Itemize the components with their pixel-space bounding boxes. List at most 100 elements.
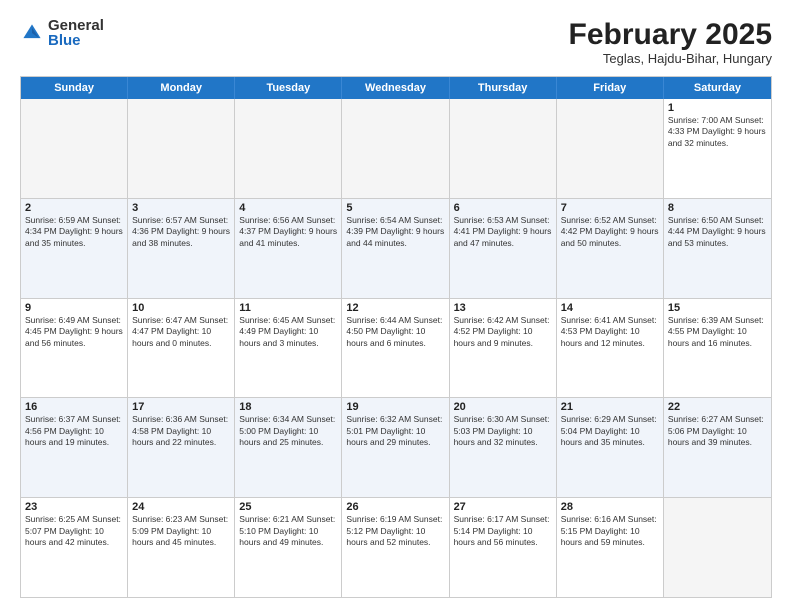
day-number: 24 (132, 501, 230, 513)
calendar-cell: 19Sunrise: 6:32 AM Sunset: 5:01 PM Dayli… (342, 398, 449, 497)
day-number: 22 (668, 401, 767, 413)
day-info: Sunrise: 6:25 AM Sunset: 5:07 PM Dayligh… (25, 514, 123, 548)
calendar-row: 16Sunrise: 6:37 AM Sunset: 4:56 PM Dayli… (21, 397, 771, 497)
day-info: Sunrise: 6:47 AM Sunset: 4:47 PM Dayligh… (132, 315, 230, 349)
header-day: Thursday (450, 77, 557, 99)
day-number: 2 (25, 202, 123, 214)
calendar-cell: 17Sunrise: 6:36 AM Sunset: 4:58 PM Dayli… (128, 398, 235, 497)
calendar-cell (450, 99, 557, 198)
calendar-body: 1Sunrise: 7:00 AM Sunset: 4:33 PM Daylig… (21, 99, 771, 597)
calendar-cell: 22Sunrise: 6:27 AM Sunset: 5:06 PM Dayli… (664, 398, 771, 497)
calendar-cell: 20Sunrise: 6:30 AM Sunset: 5:03 PM Dayli… (450, 398, 557, 497)
day-info: Sunrise: 6:37 AM Sunset: 4:56 PM Dayligh… (25, 414, 123, 448)
logo-general: General (48, 18, 104, 33)
logo: General Blue (20, 18, 104, 48)
day-info: Sunrise: 6:34 AM Sunset: 5:00 PM Dayligh… (239, 414, 337, 448)
day-number: 20 (454, 401, 552, 413)
calendar-header: SundayMondayTuesdayWednesdayThursdayFrid… (21, 77, 771, 99)
day-number: 27 (454, 501, 552, 513)
calendar-cell: 11Sunrise: 6:45 AM Sunset: 4:49 PM Dayli… (235, 299, 342, 398)
day-number: 13 (454, 302, 552, 314)
day-info: Sunrise: 6:44 AM Sunset: 4:50 PM Dayligh… (346, 315, 444, 349)
day-info: Sunrise: 6:59 AM Sunset: 4:34 PM Dayligh… (25, 215, 123, 249)
calendar-cell: 26Sunrise: 6:19 AM Sunset: 5:12 PM Dayli… (342, 498, 449, 597)
location: Teglas, Hajdu-Bihar, Hungary (569, 51, 772, 66)
day-number: 28 (561, 501, 659, 513)
calendar-cell (235, 99, 342, 198)
header-day: Wednesday (342, 77, 449, 99)
calendar-row: 2Sunrise: 6:59 AM Sunset: 4:34 PM Daylig… (21, 198, 771, 298)
day-number: 1 (668, 102, 767, 114)
header: General Blue February 2025 Teglas, Hajdu… (20, 18, 772, 66)
calendar-cell: 16Sunrise: 6:37 AM Sunset: 4:56 PM Dayli… (21, 398, 128, 497)
day-info: Sunrise: 6:53 AM Sunset: 4:41 PM Dayligh… (454, 215, 552, 249)
day-info: Sunrise: 6:27 AM Sunset: 5:06 PM Dayligh… (668, 414, 767, 448)
header-day: Saturday (664, 77, 771, 99)
calendar-cell: 14Sunrise: 6:41 AM Sunset: 4:53 PM Dayli… (557, 299, 664, 398)
day-info: Sunrise: 6:32 AM Sunset: 5:01 PM Dayligh… (346, 414, 444, 448)
calendar: SundayMondayTuesdayWednesdayThursdayFrid… (20, 76, 772, 598)
day-number: 10 (132, 302, 230, 314)
logo-blue: Blue (48, 33, 104, 48)
calendar-cell: 6Sunrise: 6:53 AM Sunset: 4:41 PM Daylig… (450, 199, 557, 298)
day-number: 7 (561, 202, 659, 214)
day-info: Sunrise: 6:41 AM Sunset: 4:53 PM Dayligh… (561, 315, 659, 349)
month-title: February 2025 (569, 18, 772, 51)
calendar-cell: 21Sunrise: 6:29 AM Sunset: 5:04 PM Dayli… (557, 398, 664, 497)
day-info: Sunrise: 6:17 AM Sunset: 5:14 PM Dayligh… (454, 514, 552, 548)
day-number: 15 (668, 302, 767, 314)
calendar-row: 9Sunrise: 6:49 AM Sunset: 4:45 PM Daylig… (21, 298, 771, 398)
logo-icon (20, 21, 44, 45)
day-info: Sunrise: 6:54 AM Sunset: 4:39 PM Dayligh… (346, 215, 444, 249)
header-day: Tuesday (235, 77, 342, 99)
calendar-cell: 24Sunrise: 6:23 AM Sunset: 5:09 PM Dayli… (128, 498, 235, 597)
day-number: 17 (132, 401, 230, 413)
day-number: 25 (239, 501, 337, 513)
header-day: Monday (128, 77, 235, 99)
day-info: Sunrise: 6:42 AM Sunset: 4:52 PM Dayligh… (454, 315, 552, 349)
calendar-cell: 27Sunrise: 6:17 AM Sunset: 5:14 PM Dayli… (450, 498, 557, 597)
calendar-cell: 25Sunrise: 6:21 AM Sunset: 5:10 PM Dayli… (235, 498, 342, 597)
day-info: Sunrise: 6:29 AM Sunset: 5:04 PM Dayligh… (561, 414, 659, 448)
calendar-cell: 18Sunrise: 6:34 AM Sunset: 5:00 PM Dayli… (235, 398, 342, 497)
day-number: 14 (561, 302, 659, 314)
day-info: Sunrise: 6:39 AM Sunset: 4:55 PM Dayligh… (668, 315, 767, 349)
day-number: 23 (25, 501, 123, 513)
calendar-cell: 5Sunrise: 6:54 AM Sunset: 4:39 PM Daylig… (342, 199, 449, 298)
calendar-cell: 3Sunrise: 6:57 AM Sunset: 4:36 PM Daylig… (128, 199, 235, 298)
day-info: Sunrise: 6:30 AM Sunset: 5:03 PM Dayligh… (454, 414, 552, 448)
day-number: 19 (346, 401, 444, 413)
day-info: Sunrise: 6:16 AM Sunset: 5:15 PM Dayligh… (561, 514, 659, 548)
day-number: 16 (25, 401, 123, 413)
calendar-cell: 7Sunrise: 6:52 AM Sunset: 4:42 PM Daylig… (557, 199, 664, 298)
header-day: Sunday (21, 77, 128, 99)
calendar-row: 23Sunrise: 6:25 AM Sunset: 5:07 PM Dayli… (21, 497, 771, 597)
logo-text: General Blue (48, 18, 104, 48)
calendar-cell (342, 99, 449, 198)
page: General Blue February 2025 Teglas, Hajdu… (0, 0, 792, 612)
calendar-cell (21, 99, 128, 198)
day-number: 21 (561, 401, 659, 413)
day-info: Sunrise: 6:19 AM Sunset: 5:12 PM Dayligh… (346, 514, 444, 548)
header-day: Friday (557, 77, 664, 99)
day-info: Sunrise: 6:45 AM Sunset: 4:49 PM Dayligh… (239, 315, 337, 349)
day-number: 6 (454, 202, 552, 214)
day-number: 12 (346, 302, 444, 314)
day-info: Sunrise: 7:00 AM Sunset: 4:33 PM Dayligh… (668, 115, 767, 149)
calendar-cell: 15Sunrise: 6:39 AM Sunset: 4:55 PM Dayli… (664, 299, 771, 398)
calendar-cell: 23Sunrise: 6:25 AM Sunset: 5:07 PM Dayli… (21, 498, 128, 597)
day-info: Sunrise: 6:56 AM Sunset: 4:37 PM Dayligh… (239, 215, 337, 249)
day-info: Sunrise: 6:36 AM Sunset: 4:58 PM Dayligh… (132, 414, 230, 448)
day-number: 5 (346, 202, 444, 214)
day-number: 4 (239, 202, 337, 214)
calendar-cell (557, 99, 664, 198)
title-area: February 2025 Teglas, Hajdu-Bihar, Hunga… (569, 18, 772, 66)
calendar-cell (664, 498, 771, 597)
day-number: 3 (132, 202, 230, 214)
calendar-cell: 9Sunrise: 6:49 AM Sunset: 4:45 PM Daylig… (21, 299, 128, 398)
day-info: Sunrise: 6:52 AM Sunset: 4:42 PM Dayligh… (561, 215, 659, 249)
calendar-cell: 13Sunrise: 6:42 AM Sunset: 4:52 PM Dayli… (450, 299, 557, 398)
day-info: Sunrise: 6:57 AM Sunset: 4:36 PM Dayligh… (132, 215, 230, 249)
day-info: Sunrise: 6:21 AM Sunset: 5:10 PM Dayligh… (239, 514, 337, 548)
day-number: 11 (239, 302, 337, 314)
